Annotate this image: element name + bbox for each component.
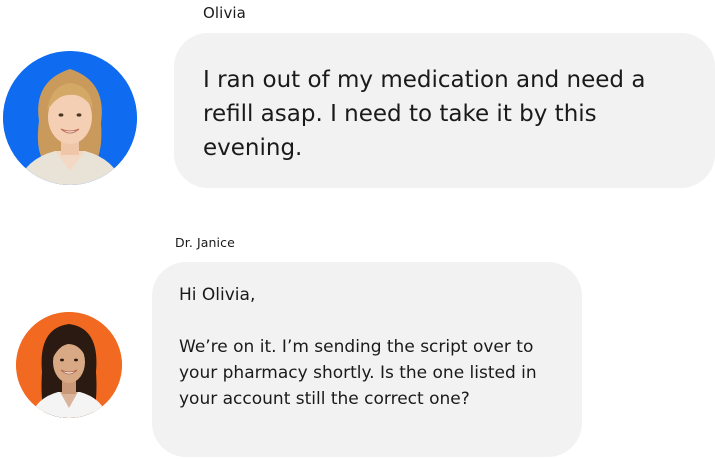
message-text: I ran out of my medication and need a re… [203,67,646,161]
doctor-portrait-icon [16,312,122,418]
message-bubble-olivia: I ran out of my medication and need a re… [174,33,715,188]
message-text: We’re on it. I’m sending the script over… [179,337,537,409]
message-bubble-dr-janice: Hi Olivia, We’re on it. I’m sending the … [152,262,582,457]
avatar-olivia [3,51,137,185]
message-greeting: Hi Olivia, [179,285,256,305]
avatar-dr-janice [16,312,122,418]
sender-name-dr-janice: Dr. Janice [175,235,235,250]
chat-thread: Olivia I ran out of my medication and ne… [0,0,715,459]
patient-portrait-icon [3,51,137,185]
sender-name-olivia: Olivia [203,4,246,22]
